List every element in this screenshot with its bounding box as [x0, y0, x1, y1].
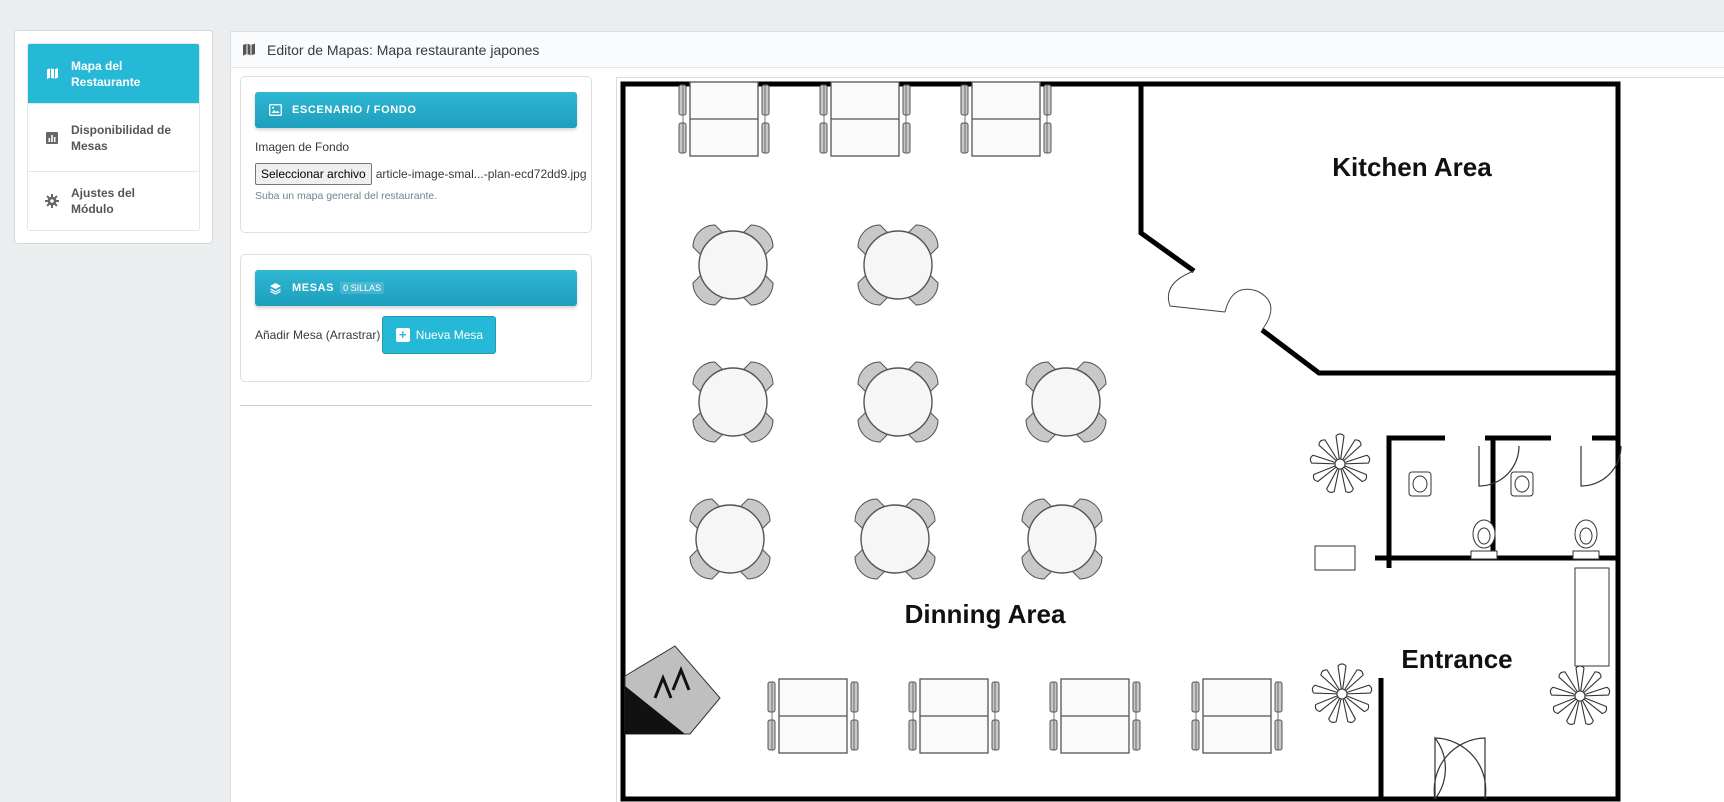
add-table-row: Añadir Mesa (Arrastrar) + Nueva Mesa [255, 316, 497, 354]
file-input: Seleccionar archivo article-image-smal..… [255, 163, 587, 185]
sidebar-item-ajustes[interactable]: Ajustes del Módulo [28, 171, 199, 230]
floorplan-image: Kitchen Area Dinning Area Entrance [620, 81, 1622, 802]
sidebar-item-label: Mapa del Restaurante [71, 58, 141, 89]
mesas-header: MESAS 0 SILLAS [255, 270, 577, 306]
bar-chart-icon [45, 131, 59, 145]
sidebar-nav: Mapa del Restaurante Disponibilidad de M… [27, 43, 200, 231]
mesas-title: MESAS [292, 282, 335, 294]
add-table-label: Añadir Mesa (Arrastrar) [255, 328, 381, 342]
select-file-button[interactable]: Seleccionar archivo [255, 163, 372, 185]
gear-icon [45, 194, 59, 208]
image-icon [269, 103, 282, 117]
floorplan-canvas[interactable]: Kitchen Area Dinning Area Entrance [616, 77, 1724, 802]
background-image-label: Imagen de Fondo [255, 140, 350, 154]
sidebar-panel: Mapa del Restaurante Disponibilidad de M… [14, 30, 213, 244]
map-icon [45, 67, 59, 81]
file-name: article-image-smal...-plan-ecd72dd9.jpg [375, 167, 587, 181]
sidebar-item-label: Ajustes del Módulo [71, 186, 136, 216]
mesas-card: MESAS 0 SILLAS Añadir Mesa (Arrastrar) +… [240, 254, 592, 382]
panel-header: Editor de Mapas: Mapa restaurante japone… [231, 32, 1724, 68]
escenario-card: ESCENARIO / FONDO Imagen de Fondo Selecc… [240, 76, 592, 233]
map-icon [242, 43, 257, 57]
sidebar-item-label: Disponibilidad de Mesas [71, 122, 172, 153]
dining-area-label: Dinning Area [905, 599, 1066, 629]
page-title: Editor de Mapas: Mapa restaurante japone… [267, 41, 540, 58]
help-text: Suba un mapa general del restaurante. [255, 190, 438, 202]
sidebar-item-disponibilidad[interactable]: Disponibilidad de Mesas [28, 103, 199, 171]
divider [240, 405, 592, 406]
escenario-header: ESCENARIO / FONDO [255, 92, 577, 128]
layers-icon [269, 282, 282, 295]
plus-icon: + [395, 328, 410, 342]
new-table-button[interactable]: + Nueva Mesa [382, 316, 497, 354]
entrance-label: Entrance [1401, 644, 1512, 674]
map-editor-panel: Editor de Mapas: Mapa restaurante japone… [230, 31, 1724, 802]
kitchen-area-label: Kitchen Area [1332, 152, 1492, 182]
sidebar-item-mapa-restaurante[interactable]: Mapa del Restaurante [28, 44, 199, 103]
new-table-label: Nueva Mesa [415, 328, 484, 342]
escenario-title: ESCENARIO / FONDO [292, 104, 417, 116]
chairs-badge: 0 SILLAS [340, 282, 385, 294]
